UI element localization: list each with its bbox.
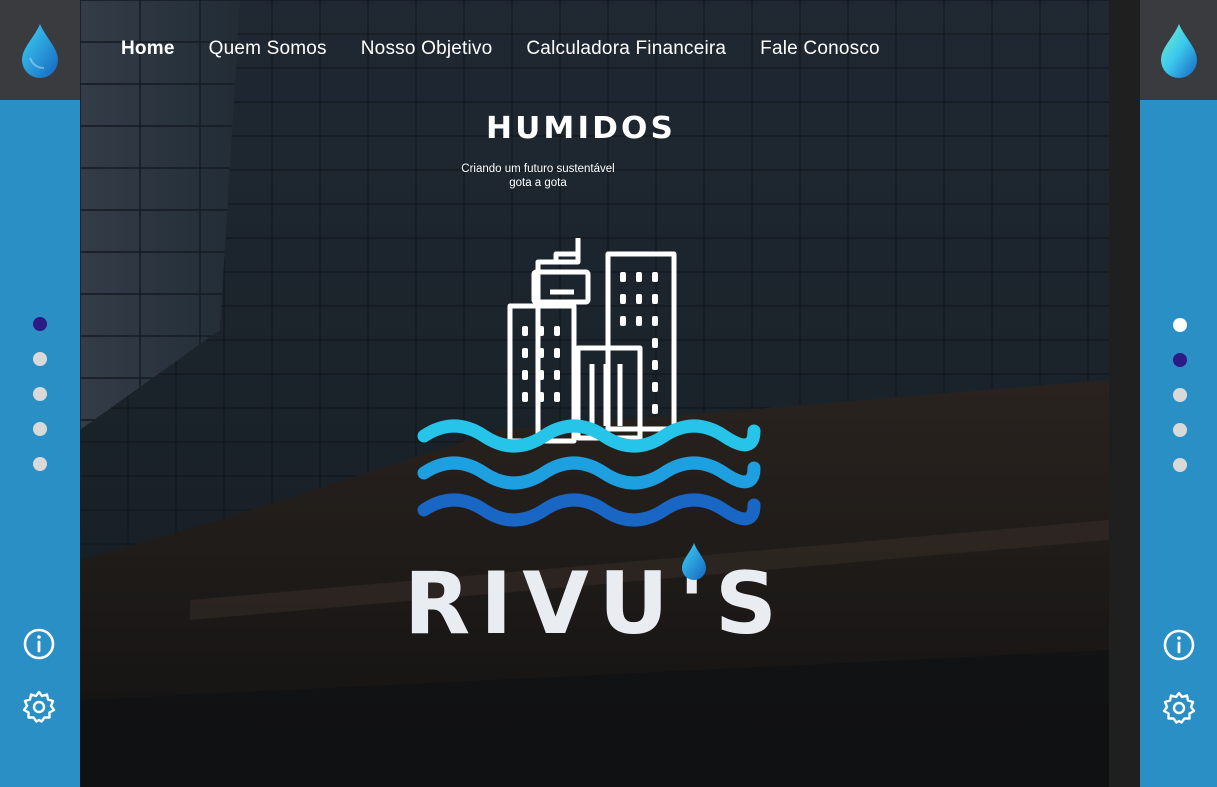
settings-icon[interactable] <box>1162 691 1196 725</box>
rivus-wordmark: RIVU'S <box>404 554 787 654</box>
sidebar-logo-box[interactable] <box>0 0 80 100</box>
city-water-illustration <box>417 238 761 527</box>
page-dot-2[interactable] <box>33 352 47 366</box>
nav-home[interactable]: Home <box>121 38 175 60</box>
page-dot-2-right[interactable] <box>1173 353 1187 367</box>
hero-section: Home Quem Somos Nosso Objetivo Calculado… <box>80 0 1109 787</box>
water-drop-logo-icon[interactable] <box>1159 22 1199 78</box>
page-dot-3[interactable] <box>33 387 47 401</box>
water-drop-icon <box>682 543 706 580</box>
page-dot-5-right[interactable] <box>1173 458 1187 472</box>
page-dot-1[interactable] <box>33 317 47 331</box>
page-dot-3-right[interactable] <box>1173 388 1187 402</box>
divider-strip <box>1109 0 1140 787</box>
page-dot-4[interactable] <box>33 422 47 436</box>
page-dot-1-right[interactable] <box>1173 318 1187 332</box>
water-drop-logo-icon[interactable] <box>20 22 60 78</box>
right-sidebar <box>1140 0 1217 787</box>
brand-tagline: Criando um futuro sustentável gota a got… <box>428 162 648 190</box>
sidebar-logo-box-right[interactable] <box>1140 0 1217 100</box>
humidos-wordmark: HUMIDOS <box>486 111 676 144</box>
nav-quem-somos[interactable]: Quem Somos <box>209 38 327 60</box>
page-dot-4-right[interactable] <box>1173 423 1187 437</box>
left-sidebar <box>0 0 80 787</box>
page-dot-5[interactable] <box>33 457 47 471</box>
tagline-line-1: Criando um futuro sustentável <box>461 163 615 175</box>
humidos-logo: HUMIDOS <box>486 111 676 144</box>
tagline-line-2: gota a gota <box>509 177 567 189</box>
main-nav: Home Quem Somos Nosso Objetivo Calculado… <box>121 38 914 60</box>
info-icon[interactable] <box>1162 628 1196 662</box>
info-icon[interactable] <box>22 627 56 661</box>
nav-calculadora-financeira[interactable]: Calculadora Financeira <box>526 38 726 60</box>
rivus-logo: RIVU'S <box>402 540 792 655</box>
nav-nosso-objetivo[interactable]: Nosso Objetivo <box>361 38 493 60</box>
settings-icon[interactable] <box>22 690 56 724</box>
nav-fale-conosco[interactable]: Fale Conosco <box>760 38 880 60</box>
